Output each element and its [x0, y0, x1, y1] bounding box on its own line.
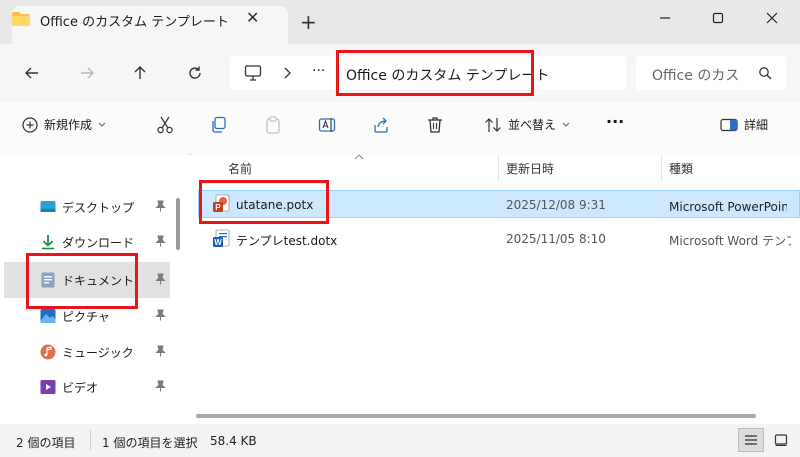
refresh-icon	[189, 66, 201, 79]
pin-icon[interactable]	[155, 235, 166, 250]
sidebar-item-label: ダウンロード	[62, 235, 135, 250]
column-header-type[interactable]: 種類	[669, 160, 693, 177]
rename-icon	[318, 118, 336, 132]
sidebar-item-label: ピクチャ	[62, 309, 110, 324]
file-modified: 2025/12/08 9:31	[506, 198, 606, 212]
download-icon	[42, 235, 54, 250]
copy-button[interactable]	[210, 116, 228, 134]
sort-icon	[485, 117, 501, 132]
desktop-icon	[40, 201, 56, 212]
back-button[interactable]	[20, 61, 44, 85]
word-template-icon: W	[213, 229, 230, 247]
maximize-button[interactable]	[698, 4, 738, 32]
highlight-file	[199, 180, 329, 224]
item-count: 2 個の項目	[16, 436, 76, 450]
details-view-button[interactable]	[738, 428, 764, 452]
share-icon	[374, 117, 388, 133]
copy-icon	[212, 116, 226, 133]
column-header-name[interactable]: 名前	[228, 160, 252, 177]
sort-label: 並べ替え	[508, 118, 557, 132]
selection-count: 1 個の項目を選択	[102, 436, 198, 450]
rename-button[interactable]	[318, 116, 336, 134]
horizontal-scrollbar[interactable]	[196, 414, 756, 418]
new-button[interactable]: 新規作成	[22, 116, 106, 133]
pin-icon[interactable]	[155, 345, 166, 360]
sidebar-item-music[interactable]: ミュージック	[0, 336, 170, 368]
sidebar-item-videos[interactable]: ビデオ	[0, 371, 170, 403]
new-tab-button[interactable]: +	[300, 12, 317, 32]
list-details-icon	[745, 435, 757, 445]
pin-icon[interactable]	[155, 309, 166, 324]
pin-icon[interactable]	[155, 200, 166, 215]
highlight-address	[336, 50, 534, 96]
close-tab-icon[interactable]: ✕	[246, 8, 259, 27]
pictures-icon	[40, 309, 56, 323]
folder-icon	[12, 12, 30, 26]
close-icon	[766, 12, 778, 24]
share-button[interactable]	[372, 116, 390, 134]
plus-circle-icon	[22, 116, 38, 133]
cut-button[interactable]	[156, 116, 174, 134]
details-pane-icon	[720, 118, 738, 131]
sidebar-item-label: ミュージック	[62, 345, 134, 360]
refresh-button[interactable]	[183, 61, 207, 85]
sort-button[interactable]: 並べ替え	[484, 116, 570, 133]
paste-icon	[266, 116, 280, 134]
file-modified: 2025/11/05 8:10	[506, 232, 606, 246]
forward-button[interactable]	[75, 61, 99, 85]
music-icon	[40, 344, 56, 360]
arrow-right-icon	[81, 67, 94, 79]
column-divider[interactable]	[661, 154, 662, 182]
more-path-icon[interactable]: ···	[312, 63, 325, 79]
sort-ascending-icon	[354, 154, 364, 160]
column-divider[interactable]	[498, 154, 499, 182]
large-icons-view-icon	[774, 434, 788, 446]
file-name[interactable]: テンプレtest.dotx	[236, 232, 337, 249]
command-bar	[0, 102, 800, 155]
arrow-left-icon	[25, 67, 38, 79]
status-divider	[90, 430, 91, 450]
search-input[interactable]: Office のカスタム テンプレートの検索	[652, 65, 740, 85]
videos-icon	[40, 380, 56, 394]
arrow-up-icon	[134, 66, 146, 79]
new-label: 新規作成	[44, 118, 93, 132]
file-type: Microsoft Word テンプレート	[669, 234, 791, 248]
tiles-view-button[interactable]	[768, 428, 794, 452]
more-options-button[interactable]: ···	[606, 112, 624, 131]
minimize-button[interactable]	[645, 4, 685, 32]
close-window-button[interactable]	[752, 4, 792, 32]
trash-icon	[428, 117, 442, 133]
svg-text:W: W	[214, 238, 222, 247]
sidebar-item-label: ビデオ	[62, 380, 99, 395]
paste-button[interactable]	[264, 116, 282, 134]
selection-size: 58.4 KB	[210, 434, 257, 448]
column-header-modified[interactable]: 更新日時	[506, 160, 554, 177]
chevron-down-icon	[98, 122, 106, 127]
sidebar-item-label: デスクトップ	[62, 200, 135, 215]
chevron-right-icon[interactable]	[282, 67, 292, 79]
search-icon[interactable]	[758, 66, 772, 80]
highlight-documents	[26, 253, 138, 309]
up-button[interactable]	[128, 61, 152, 85]
minimize-icon	[660, 17, 670, 19]
delete-button[interactable]	[426, 116, 444, 134]
scissors-icon	[157, 116, 173, 134]
file-type: Microsoft PowerPoint テンプレート	[669, 200, 787, 214]
chevron-down-icon	[562, 122, 570, 127]
pin-icon[interactable]	[155, 273, 166, 288]
pin-icon[interactable]	[155, 380, 166, 395]
sidebar-item-desktop[interactable]: デスクトップ	[0, 191, 170, 223]
navigation-scrollbar[interactable]	[176, 198, 180, 250]
computer-icon	[244, 65, 262, 81]
maximize-icon	[712, 12, 724, 24]
tab-title: Office のカスタム テンプレート	[40, 15, 229, 30]
details-pane-button[interactable]: 詳細	[720, 116, 768, 133]
details-label: 詳細	[744, 118, 769, 132]
